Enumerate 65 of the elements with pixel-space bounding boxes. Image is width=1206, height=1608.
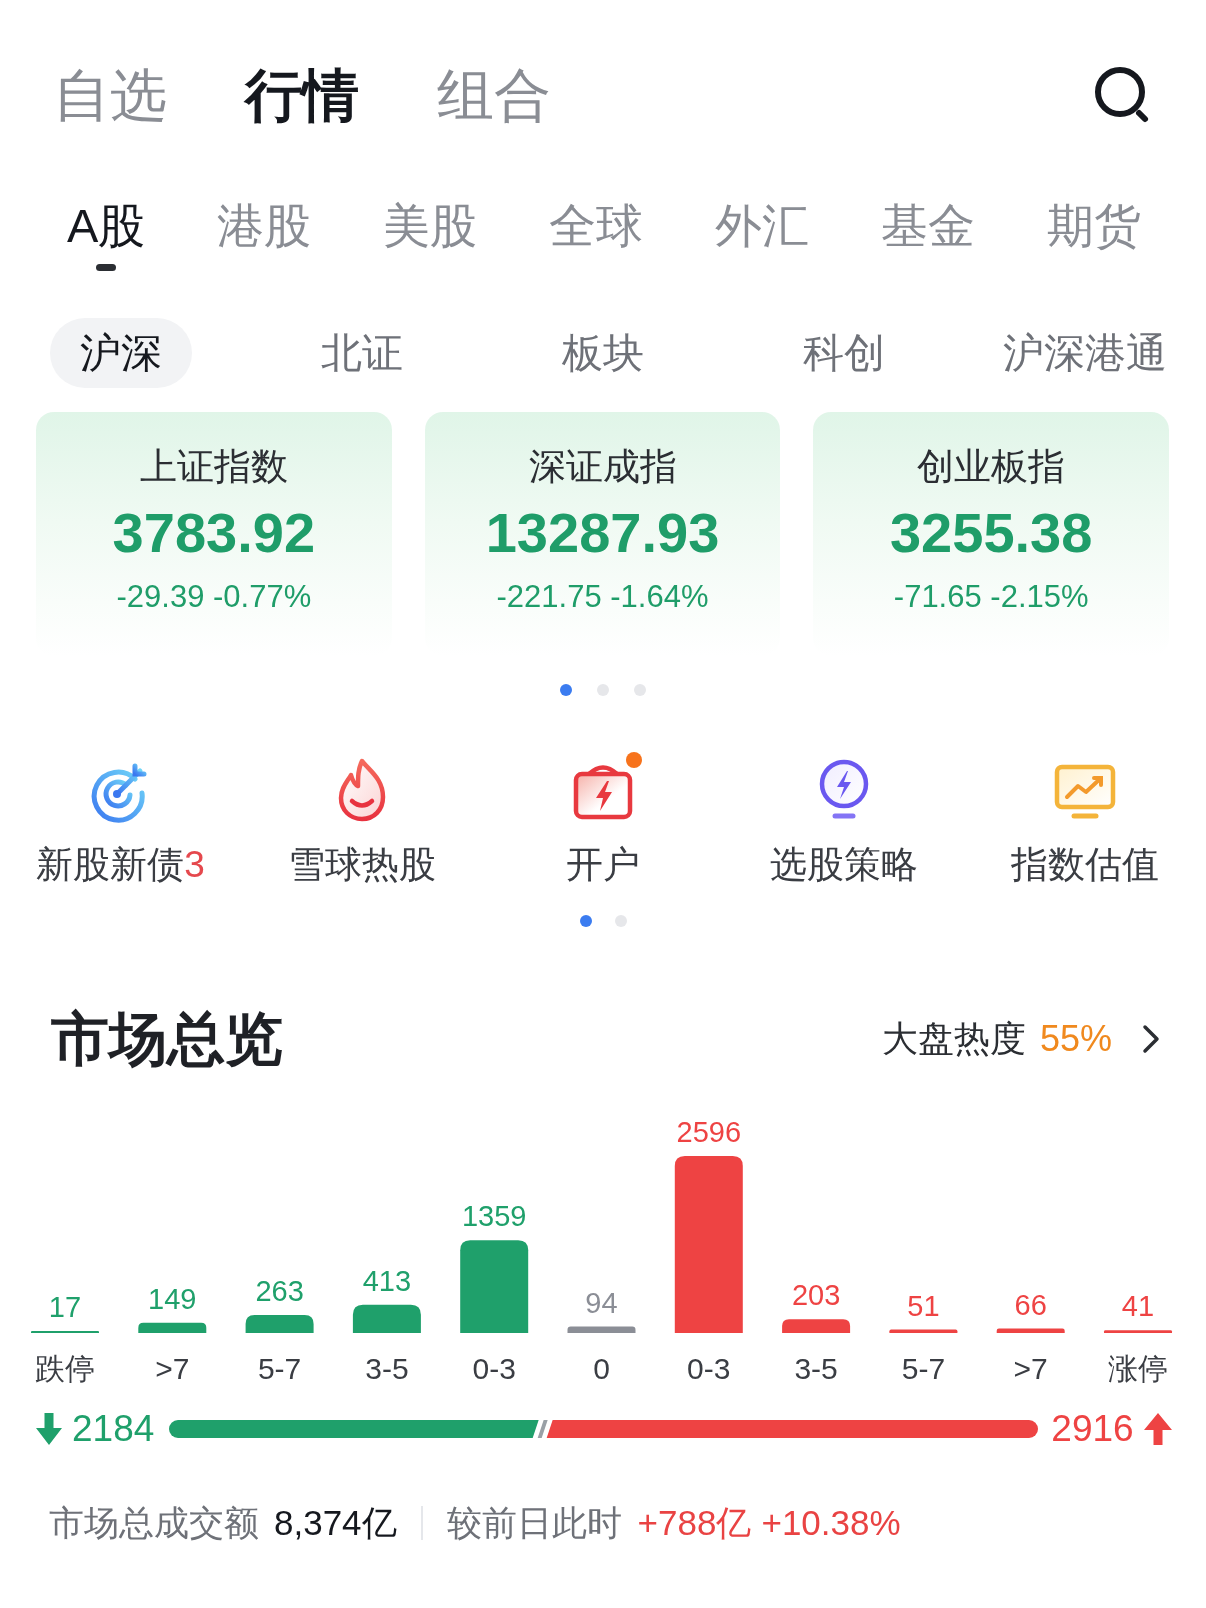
bar (889, 1329, 958, 1333)
bar (138, 1322, 207, 1333)
index-change: -71.65 -2.15% (893, 578, 1089, 616)
index-value: 13287.93 (485, 500, 720, 566)
market-tab[interactable]: A股 (67, 196, 146, 271)
bar (1104, 1330, 1172, 1333)
category-label: 5-7 (257, 1352, 302, 1385)
bar-value-label: 17 (48, 1291, 82, 1323)
bar-value-label: 149 (148, 1282, 197, 1315)
sub-tab[interactable]: 沪深港通 (973, 318, 1198, 388)
turnover-label: 市场总成交额 (49, 1502, 259, 1544)
bar (245, 1315, 314, 1333)
bar-value-label: 94 (585, 1286, 618, 1319)
section-title: 市场总览 (51, 1005, 283, 1073)
category-label: 0-3 (687, 1352, 731, 1385)
index-name: 创业板指 (917, 445, 1066, 489)
bar (996, 1328, 1065, 1333)
category-label: 3-5 (794, 1352, 838, 1385)
bar (352, 1304, 421, 1333)
index-value: 3783.92 (112, 500, 316, 566)
bar-value-label: 51 (907, 1289, 940, 1322)
bar (782, 1319, 851, 1333)
advance-count: 2916 (1051, 1407, 1134, 1451)
bar-value-label: 263 (255, 1275, 304, 1308)
sub-tab[interactable]: 北证 (290, 318, 433, 388)
shortcut-button[interactable]: 雪球热股 (283, 750, 440, 889)
turnover-value: 8,374亿 (274, 1502, 397, 1544)
bar-value-label: 41 (1121, 1290, 1155, 1323)
decline-count: 2184 (72, 1407, 155, 1451)
shortcut-button[interactable]: 选股策略 (766, 750, 923, 889)
top-tab[interactable]: 行情 (245, 60, 359, 130)
market-heat-button[interactable]: 大盘热度 55% (881, 1015, 1160, 1063)
bar (567, 1326, 636, 1333)
category-label: 涨停 (1108, 1352, 1168, 1385)
category-label: >7 (155, 1352, 190, 1385)
index-name: 上证指数 (139, 445, 288, 489)
tab-indicator-icon (96, 264, 117, 271)
index-change: -221.75 -1.64% (496, 578, 709, 616)
bar-value-label: 203 (791, 1279, 841, 1312)
bar-value-label: 1359 (461, 1200, 527, 1233)
sub-tab[interactable]: 板块 (532, 318, 674, 388)
bar-value-label: 66 (1014, 1288, 1047, 1321)
sub-tab[interactable]: 科创 (773, 318, 916, 388)
category-label: 跌停 (35, 1352, 95, 1385)
shortcut-button[interactable]: 指数估值 (1007, 750, 1164, 889)
category-label: >7 (1013, 1352, 1048, 1385)
index-value: 3255.38 (889, 500, 1093, 566)
shortcut-button[interactable]: 开户 (562, 750, 644, 889)
up-arrow-icon (1143, 1413, 1172, 1445)
category-label: 0-3 (472, 1352, 516, 1385)
turnover-change: +788亿 (637, 1502, 752, 1544)
index-change: -29.39 -0.77% (116, 578, 312, 616)
down-arrow-icon (36, 1413, 62, 1445)
category-label: 5-7 (901, 1352, 946, 1385)
index-name: 深证成指 (528, 445, 677, 489)
compare-label: 较前日此时 (446, 1502, 622, 1544)
turnover-change-percent: +10.38% (761, 1502, 901, 1544)
search-icon[interactable] (1094, 66, 1150, 124)
bar-value-label: 413 (362, 1264, 412, 1297)
category-label: 3-5 (365, 1352, 409, 1385)
chevron-right-icon (1142, 1024, 1160, 1054)
sub-tab[interactable]: 沪深 (49, 318, 192, 388)
shortcut-button[interactable]: 新股新债3 (32, 750, 209, 889)
bar-value-label: 2596 (676, 1116, 742, 1148)
category-label: 0 (593, 1352, 610, 1385)
